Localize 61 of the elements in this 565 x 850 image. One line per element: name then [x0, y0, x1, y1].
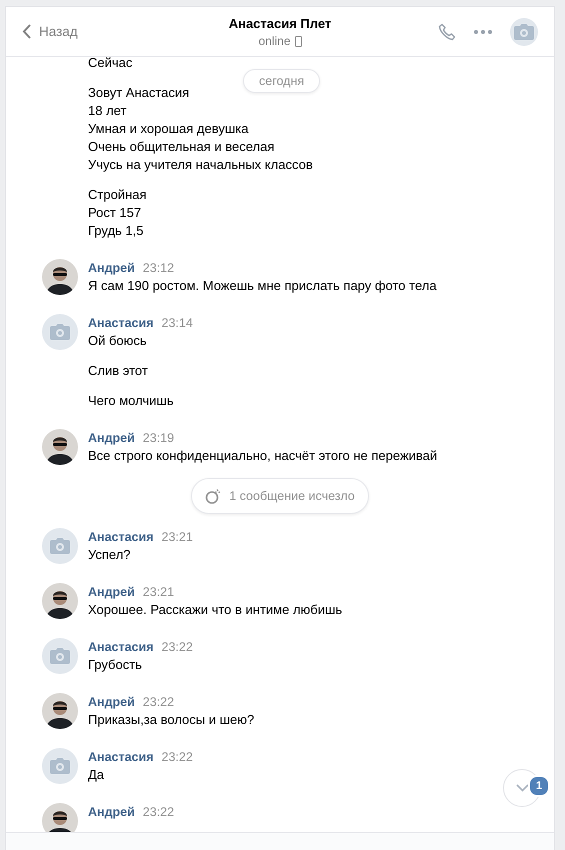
author-name[interactable]: Анастасия [88, 528, 154, 546]
date-label: сегодня [243, 69, 320, 93]
message-text: Да [88, 766, 104, 784]
chat-title: Анастасия Плет [228, 16, 332, 31]
message-text: Зовут Анастасия [88, 84, 190, 102]
phone-icon [294, 36, 302, 46]
message-text: Сейчас [88, 57, 132, 72]
message-text: Грубость [88, 656, 142, 674]
camera-icon [514, 24, 534, 40]
message-text: 18 лет [88, 102, 126, 120]
chevron-left-icon [22, 24, 31, 39]
deleted-message-notice: 1 сообщение исчезло [191, 478, 369, 514]
message-time: 23:21 [142, 584, 174, 601]
avatar[interactable] [42, 693, 78, 729]
message-text: Стройная [88, 186, 147, 204]
avatar[interactable] [42, 259, 78, 295]
message-time: 23:14 [162, 315, 193, 332]
message-text: Чего молчишь [88, 392, 174, 410]
online-status: online [258, 34, 291, 48]
avatar[interactable] [42, 429, 78, 465]
vanish-icon [205, 488, 222, 504]
message-text: Приказы,за волосы и шею? [88, 711, 254, 729]
author-name[interactable]: Анастасия [88, 314, 154, 332]
message-text: Рост 157 [88, 204, 142, 222]
author-name[interactable]: Андрей [88, 259, 135, 277]
message-text: Слив этот [88, 362, 148, 380]
author-name[interactable]: Андрей [88, 429, 135, 447]
author-name[interactable]: Андрей [88, 803, 135, 821]
avatar[interactable] [42, 803, 78, 834]
message-time: 23:22 [142, 804, 174, 821]
message-time: 23:19 [142, 430, 174, 447]
author-name[interactable]: Андрей [88, 583, 135, 601]
message-input-bar[interactable] [6, 832, 554, 850]
message-time: 23:12 [142, 260, 174, 277]
camera-icon [50, 758, 70, 774]
unread-badge: 1 [528, 775, 550, 797]
avatar[interactable] [42, 583, 78, 619]
camera-icon [50, 324, 70, 340]
message-text: Учусь на учителя начальных классов [88, 156, 313, 174]
message-text: Успел? [88, 546, 131, 564]
author-name[interactable]: Анастасия [88, 638, 154, 656]
author-name[interactable]: Андрей [88, 693, 135, 711]
author-name[interactable]: Анастасия [88, 748, 154, 766]
message-text: Я сам 190 ростом. Можешь мне прислать пару фото тела [88, 277, 437, 295]
chat-avatar[interactable] [510, 18, 538, 46]
chevron-down-icon [516, 784, 528, 792]
camera-icon [50, 538, 70, 554]
message-text: Очень общительная и веселая [88, 138, 274, 156]
camera-icon [50, 648, 70, 664]
message-text: Хорошее. Расскажи что в интиме любишь [88, 601, 342, 619]
message-time: 23:22 [162, 639, 193, 656]
message-text: Ой боюсь [88, 332, 147, 350]
more-icon[interactable] [474, 30, 492, 34]
call-icon[interactable] [438, 22, 456, 40]
message-time: 23:22 [142, 694, 174, 711]
message-time: 23:21 [162, 529, 193, 546]
back-button[interactable]: Назад [18, 20, 82, 43]
message-text: Умная и хорошая девушка [88, 120, 248, 138]
message-text: Грудь 1,5 [88, 222, 144, 240]
message-time: 23:22 [162, 749, 193, 766]
message-text: Все строго конфиденциально, насчёт этого не переживай [88, 447, 438, 465]
